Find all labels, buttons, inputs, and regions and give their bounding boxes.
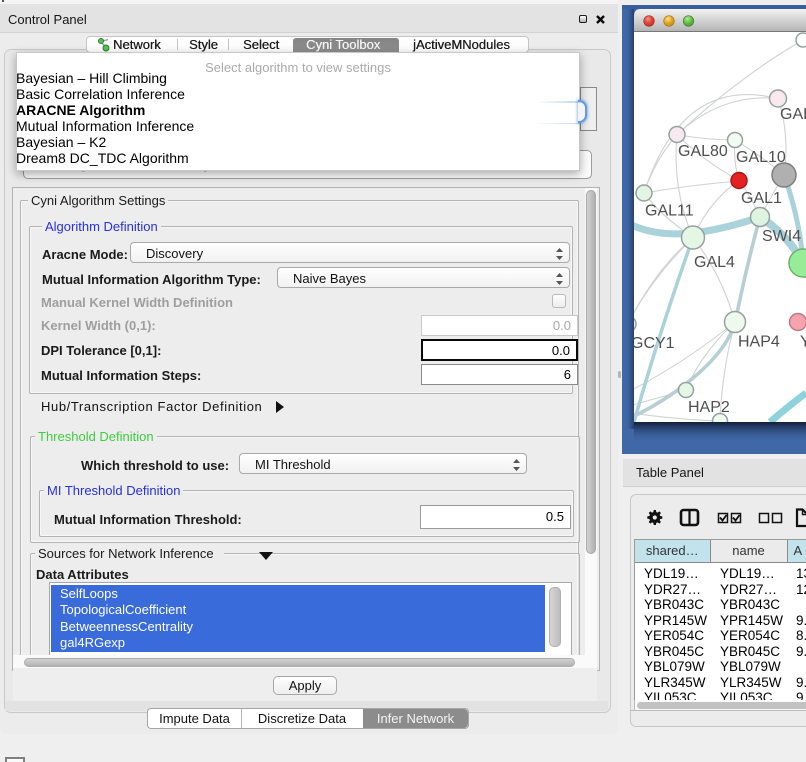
- svg-text:HAP4: HAP4: [738, 334, 780, 351]
- svg-text:GAL11: GAL11: [645, 203, 694, 220]
- svg-text:Y: Y: [800, 334, 806, 351]
- svg-text:HAP2: HAP2: [688, 399, 730, 416]
- svg-text:GAL1: GAL1: [741, 190, 782, 207]
- svg-text:GAL4: GAL4: [694, 254, 735, 271]
- svg-text:GCY1: GCY1: [631, 335, 675, 352]
- svg-text:GAL7: GAL7: [780, 106, 806, 123]
- svg-text:GAL10: GAL10: [736, 149, 786, 166]
- svg-text:GAL80: GAL80: [678, 143, 728, 160]
- svg-text:SWI4: SWI4: [762, 228, 801, 245]
